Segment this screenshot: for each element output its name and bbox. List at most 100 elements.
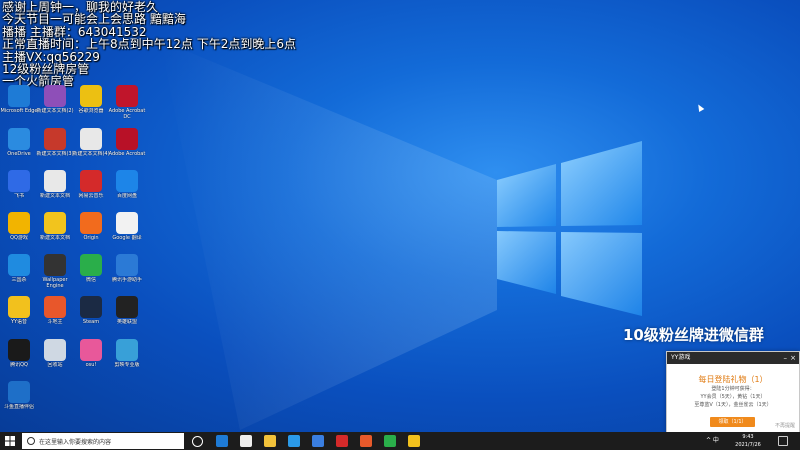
folder-icon xyxy=(44,85,66,107)
desktop-icon[interactable]: OneDrive xyxy=(0,127,38,167)
overlay-line: 正常直播时间：上午8点到中午12点 下午2点到晚上6点 xyxy=(2,37,296,51)
desktop-icon-label: 剪映专业版 xyxy=(114,362,140,368)
promo-text: 10级粉丝牌进微信群 xyxy=(623,326,764,344)
desktop-icon[interactable]: 英雄联盟 xyxy=(108,295,146,335)
desktop-icon[interactable]: 新建文本文档 xyxy=(36,169,74,209)
desktop-icon-label: 谷歌浏览器 xyxy=(78,108,104,114)
qq-game-icon xyxy=(8,212,30,234)
desktop-icon[interactable]: Microsoft Edge xyxy=(0,84,38,124)
douyu-icon xyxy=(8,381,30,403)
desktop-icon[interactable]: Wallpaper Engine xyxy=(36,253,74,293)
desktop-icon[interactable]: Adobe Acrobat DC xyxy=(108,84,146,124)
desktop-icon-label: 微信 xyxy=(85,277,96,283)
desktop-icon[interactable]: 百度网盘 xyxy=(108,169,146,209)
claim-button[interactable]: 领取（1/1） xyxy=(710,417,755,427)
desktop-icon[interactable]: 谷歌浏览器 xyxy=(72,84,110,124)
edge-browser-icon[interactable] xyxy=(288,435,300,447)
text-file-icon xyxy=(44,170,66,192)
start-button[interactable] xyxy=(0,432,20,450)
desktop-icon[interactable]: Adobe Acrobat xyxy=(108,127,146,167)
osu-icon xyxy=(80,339,102,361)
ie-icon xyxy=(8,254,30,276)
desktop-icon[interactable]: 新建文本文档 xyxy=(36,211,74,251)
mouse-cursor-icon xyxy=(695,102,705,113)
desktop-icon[interactable]: 网易云音乐 xyxy=(72,169,110,209)
onedrive-icon xyxy=(8,128,30,150)
text-file-icon xyxy=(44,128,66,150)
desktop-icon[interactable]: 新建文本文档(3) xyxy=(36,127,74,167)
desktop-icon[interactable]: 斗鱼直播伴侣 xyxy=(0,380,38,420)
desktop-icon-label: Adobe Acrobat DC xyxy=(108,108,146,120)
explorer-icon[interactable] xyxy=(264,435,276,447)
desktop-icon-label: 新建文本文档 xyxy=(39,235,70,241)
desktop-icon-label: 网易云音乐 xyxy=(78,193,104,199)
desktop-icon[interactable]: 微信 xyxy=(72,253,110,293)
notification-popup[interactable]: YY游戏 – × 每日登陆礼物（1） 登陆1分钟可获得： YY会员（5天），黄钻… xyxy=(666,351,800,432)
desktop-icon[interactable]: YY语音 xyxy=(0,295,38,335)
task-view-icon[interactable] xyxy=(192,436,203,447)
desktop-icon[interactable]: 腾讯手游助手 xyxy=(108,253,146,293)
green-app-icon[interactable] xyxy=(384,435,396,447)
dismiss-link[interactable]: 不再提醒 xyxy=(775,422,795,429)
desktop-icon[interactable]: 腾讯QQ xyxy=(0,338,38,378)
mail-icon[interactable] xyxy=(312,435,324,447)
action-center-icon[interactable] xyxy=(778,436,788,446)
overlay-line: 今天节目一可能会上会思路 黯黯海 xyxy=(2,12,186,26)
desktop-icon-label: 新建文本文档(2) xyxy=(36,108,74,114)
desktop-icon-label: Adobe Acrobat xyxy=(108,151,146,157)
desktop[interactable]: 感谢上周钟一，聊我的好老久 今天节目一可能会上会思路 黯黯海 播播 主播群：6430… xyxy=(0,0,800,432)
popup-titlebar: YY游戏 – × xyxy=(667,352,799,364)
capcut-icon xyxy=(116,339,138,361)
taskbar-search-box[interactable]: 在这里输入你要搜索的内容 xyxy=(22,433,184,449)
desktop-icon[interactable]: Origin xyxy=(72,211,110,251)
desktop-icon[interactable]: 新建文本文档(4) xyxy=(72,127,110,167)
yy-icon xyxy=(8,296,30,318)
system-tray[interactable]: ^ 中 xyxy=(706,432,719,450)
edge-icon[interactable] xyxy=(216,435,228,447)
desktop-icon[interactable]: Google 翻译 xyxy=(108,211,146,251)
recorder-icon[interactable] xyxy=(360,435,372,447)
desktop-icon-label: 飞书 xyxy=(13,193,24,199)
popup-line: 登陆1分钟可获得： xyxy=(711,386,755,392)
stream-app-icon[interactable] xyxy=(408,435,420,447)
desktop-icon[interactable]: 斗地主 xyxy=(36,295,74,335)
desktop-icon[interactable]: 三国杀 xyxy=(0,253,38,293)
desktop-icon-label: Wallpaper Engine xyxy=(42,277,68,289)
desktop-icon-label: 斗鱼直播伴侣 xyxy=(3,404,34,410)
desktop-icon[interactable]: osu! xyxy=(72,338,110,378)
taskbar: 在这里输入你要搜索的内容 ^ 中 9:43 2021/7/26 xyxy=(0,432,800,450)
clock[interactable]: 9:43 2021/7/26 xyxy=(732,433,764,449)
app-red-icon[interactable] xyxy=(336,435,348,447)
text-file-icon xyxy=(80,128,102,150)
desktop-icon[interactable]: 回收站 xyxy=(36,338,74,378)
desktop-icon-label: Origin xyxy=(83,235,99,241)
game-icon xyxy=(44,296,66,318)
desktop-icon[interactable]: QQ游戏 xyxy=(0,211,38,251)
search-placeholder: 在这里输入你要搜索的内容 xyxy=(39,438,112,446)
clock-date: 2021/7/26 xyxy=(735,442,761,448)
emulator-icon xyxy=(116,254,138,276)
store-icon[interactable] xyxy=(240,435,252,447)
chrome-icon xyxy=(80,85,102,107)
desktop-icon[interactable]: 飞书 xyxy=(0,169,38,209)
desktop-icon-label: Google 翻译 xyxy=(112,235,142,241)
wechat-icon xyxy=(80,254,102,276)
wallpaper-icon xyxy=(44,254,66,276)
close-icon[interactable]: × xyxy=(790,352,796,364)
popup-app-name: YY游戏 xyxy=(671,354,691,361)
popup-title: 每日登陆礼物（1） xyxy=(698,375,768,384)
minimize-icon[interactable]: – xyxy=(784,352,788,364)
desktop-icon[interactable]: 剪映专业版 xyxy=(108,338,146,378)
clock-time: 9:43 xyxy=(742,434,754,440)
desktop-icon-label: QQ游戏 xyxy=(10,235,28,241)
desktop-icon-label: 回收站 xyxy=(47,362,63,368)
edge-icon xyxy=(8,85,30,107)
desktop-icon-label: 腾讯QQ xyxy=(10,362,28,368)
desktop-icon[interactable]: 新建文本文档(2) xyxy=(36,84,74,124)
origin-icon xyxy=(80,212,102,234)
desktop-icon[interactable]: Steam xyxy=(72,295,110,335)
desktop-icon-label: Steam xyxy=(82,319,100,325)
desktop-icon-label: 百度网盘 xyxy=(116,193,137,199)
desktop-icon-label: YY语音 xyxy=(10,319,28,325)
windows-start-icon xyxy=(5,436,15,446)
